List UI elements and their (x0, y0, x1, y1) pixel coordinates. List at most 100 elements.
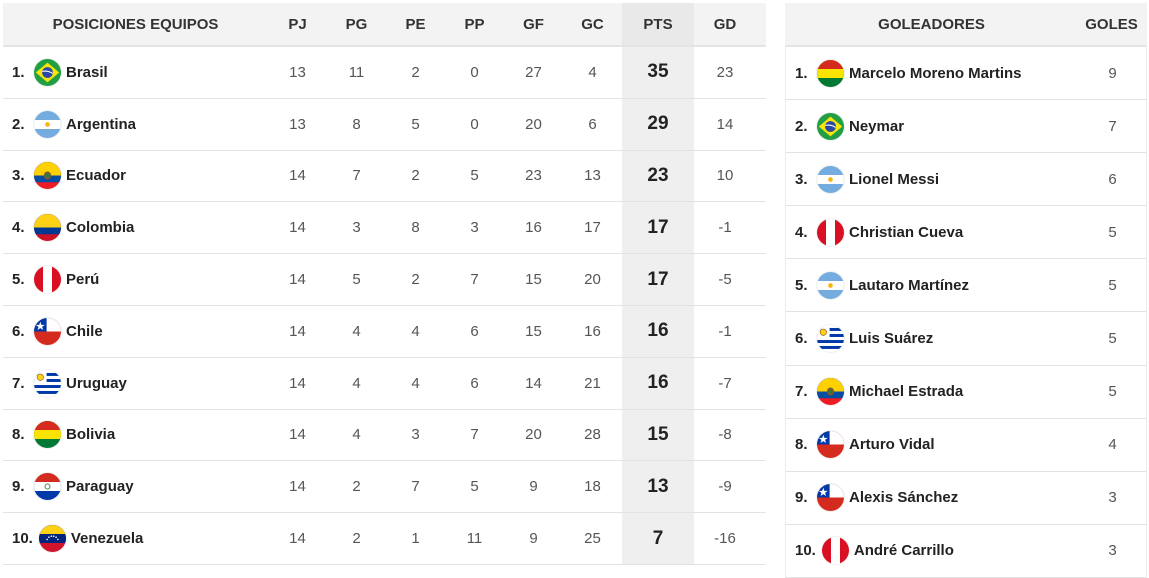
position-label: 7. (795, 383, 808, 401)
table-row[interactable]: 2. Argentina 13 8 5 0 20 6 29 14 (3, 98, 766, 151)
team-cell: 2. Argentina (3, 110, 268, 138)
player-name[interactable]: Michael Estrada (849, 383, 963, 400)
header-gf[interactable]: GF (504, 16, 563, 33)
colombia-flag-icon (34, 214, 61, 242)
list-item[interactable]: 8. Arturo Vidal 4 (785, 418, 1147, 472)
goals-cell: 7 (1108, 117, 1117, 135)
pe-cell: 2 (411, 271, 420, 289)
scorer-cell: 6. Luis Suárez (786, 325, 1079, 353)
pj-cell: 14 (289, 530, 306, 548)
header-pg[interactable]: PG (327, 16, 386, 33)
header-pj[interactable]: PJ (268, 16, 327, 33)
pj-cell: 13 (289, 63, 306, 81)
gd-cell: -8 (718, 426, 732, 444)
team-name[interactable]: Venezuela (71, 530, 144, 547)
bolivia-flag-icon (817, 59, 844, 87)
team-cell: 4. Colombia (3, 214, 268, 242)
header-scorer-name[interactable]: GOLEADORES (785, 16, 1078, 33)
scorers-body: 1. Marcelo Moreno Martins 9 2. Neymar 7 … (785, 47, 1147, 578)
player-name[interactable]: Neymar (849, 118, 904, 135)
gf-cell: 14 (525, 374, 542, 392)
pts-cell: 7 (622, 513, 694, 564)
pg-cell: 8 (352, 115, 361, 133)
list-item[interactable]: 10. André Carrillo 3 (785, 524, 1147, 578)
table-row[interactable]: 6. Chile 14 4 4 6 15 16 16 -1 (3, 305, 766, 358)
list-item[interactable]: 9. Alexis Sánchez 3 (785, 471, 1147, 525)
pp-cell: 5 (470, 478, 479, 496)
team-name[interactable]: Brasil (66, 64, 108, 81)
list-item[interactable]: 5. Lautaro Martínez 5 (785, 259, 1147, 313)
table-row[interactable]: 8. Bolivia 14 4 3 7 20 28 15 -8 (3, 409, 766, 462)
position-label: 6. (12, 322, 25, 340)
pts-cell: 23 (622, 150, 694, 202)
position-label: 2. (795, 117, 808, 135)
header-pp[interactable]: PP (445, 16, 504, 33)
pj-cell: 14 (289, 478, 306, 496)
gd-cell: -16 (714, 530, 736, 548)
uruguay-flag-icon (34, 369, 61, 397)
header-pe[interactable]: PE (386, 16, 445, 33)
list-item[interactable]: 6. Luis Suárez 5 (785, 312, 1147, 366)
table-row[interactable]: 5. Perú 14 5 2 7 15 20 17 -5 (3, 254, 766, 306)
table-row[interactable]: 4. Colombia 14 3 8 3 16 17 17 -1 (3, 202, 766, 255)
list-item[interactable]: 4. Christian Cueva 5 (785, 206, 1147, 260)
list-item[interactable]: 7. Michael Estrada 5 (785, 365, 1147, 419)
pj-cell: 13 (289, 115, 306, 133)
position-label: 9. (795, 489, 808, 507)
scorer-cell: 2. Neymar (786, 112, 1079, 140)
position-label: 8. (795, 436, 808, 454)
header-team[interactable]: POSICIONES EQUIPOS (3, 16, 268, 33)
team-name[interactable]: Argentina (66, 116, 136, 133)
player-name[interactable]: André Carrillo (854, 542, 954, 559)
team-name[interactable]: Ecuador (66, 167, 126, 184)
uruguay-flag-icon (817, 325, 844, 353)
peru-flag-icon (817, 218, 844, 246)
peru-flag-icon (34, 266, 61, 294)
argentina-flag-icon (817, 271, 844, 299)
list-item[interactable]: 3. Lionel Messi 6 (785, 153, 1147, 207)
pe-cell: 2 (411, 167, 420, 185)
position-label: 7. (12, 374, 25, 392)
gc-cell: 6 (588, 115, 597, 133)
player-name[interactable]: Christian Cueva (849, 224, 963, 241)
team-name[interactable]: Perú (66, 271, 99, 288)
pg-cell: 4 (352, 426, 361, 444)
table-row[interactable]: 1. Brasil 13 11 2 0 27 4 35 23 (3, 47, 766, 99)
gd-cell: -5 (718, 271, 732, 289)
table-row[interactable]: 3. Ecuador 14 7 2 5 23 13 23 10 (3, 150, 766, 203)
team-name[interactable]: Chile (66, 323, 103, 340)
header-gd[interactable]: GD (694, 16, 756, 33)
team-cell: 8. Bolivia (3, 421, 268, 449)
player-name[interactable]: Lautaro Martínez (849, 277, 969, 294)
pg-cell: 4 (352, 322, 361, 340)
player-name[interactable]: Alexis Sánchez (849, 489, 958, 506)
pts-cell: 16 (622, 305, 694, 357)
player-name[interactable]: Luis Suárez (849, 330, 933, 347)
player-name[interactable]: Marcelo Moreno Martins (849, 65, 1022, 82)
player-name[interactable]: Arturo Vidal (849, 436, 935, 453)
position-label: 3. (12, 167, 25, 185)
pg-cell: 11 (348, 63, 365, 81)
team-name[interactable]: Bolivia (66, 426, 115, 443)
team-name[interactable]: Paraguay (66, 478, 134, 495)
team-name[interactable]: Uruguay (66, 375, 127, 392)
gc-cell: 28 (584, 426, 601, 444)
gd-cell: -9 (718, 478, 732, 496)
header-goals[interactable]: GOLES (1078, 16, 1145, 33)
position-label: 5. (12, 271, 25, 289)
pts-cell: 15 (622, 409, 694, 461)
standings-table: POSICIONES EQUIPOS PJ PG PE PP GF GC PTS… (3, 3, 766, 565)
player-name[interactable]: Lionel Messi (849, 171, 939, 188)
table-row[interactable]: 10. Venezuela 14 2 1 11 9 25 7 -16 (3, 513, 766, 565)
header-gc[interactable]: GC (563, 16, 622, 33)
goals-cell: 5 (1108, 383, 1117, 401)
goals-cell: 5 (1108, 223, 1117, 241)
table-row[interactable]: 7. Uruguay 14 4 4 6 14 21 16 -7 (3, 357, 766, 410)
chile-flag-icon (817, 484, 844, 512)
list-item[interactable]: 1. Marcelo Moreno Martins 9 (785, 47, 1147, 101)
list-item[interactable]: 2. Neymar 7 (785, 100, 1147, 154)
gc-cell: 4 (588, 63, 597, 81)
header-pts[interactable]: PTS (622, 3, 694, 45)
table-row[interactable]: 9. Paraguay 14 2 7 5 9 18 13 -9 (3, 461, 766, 514)
team-name[interactable]: Colombia (66, 219, 134, 236)
